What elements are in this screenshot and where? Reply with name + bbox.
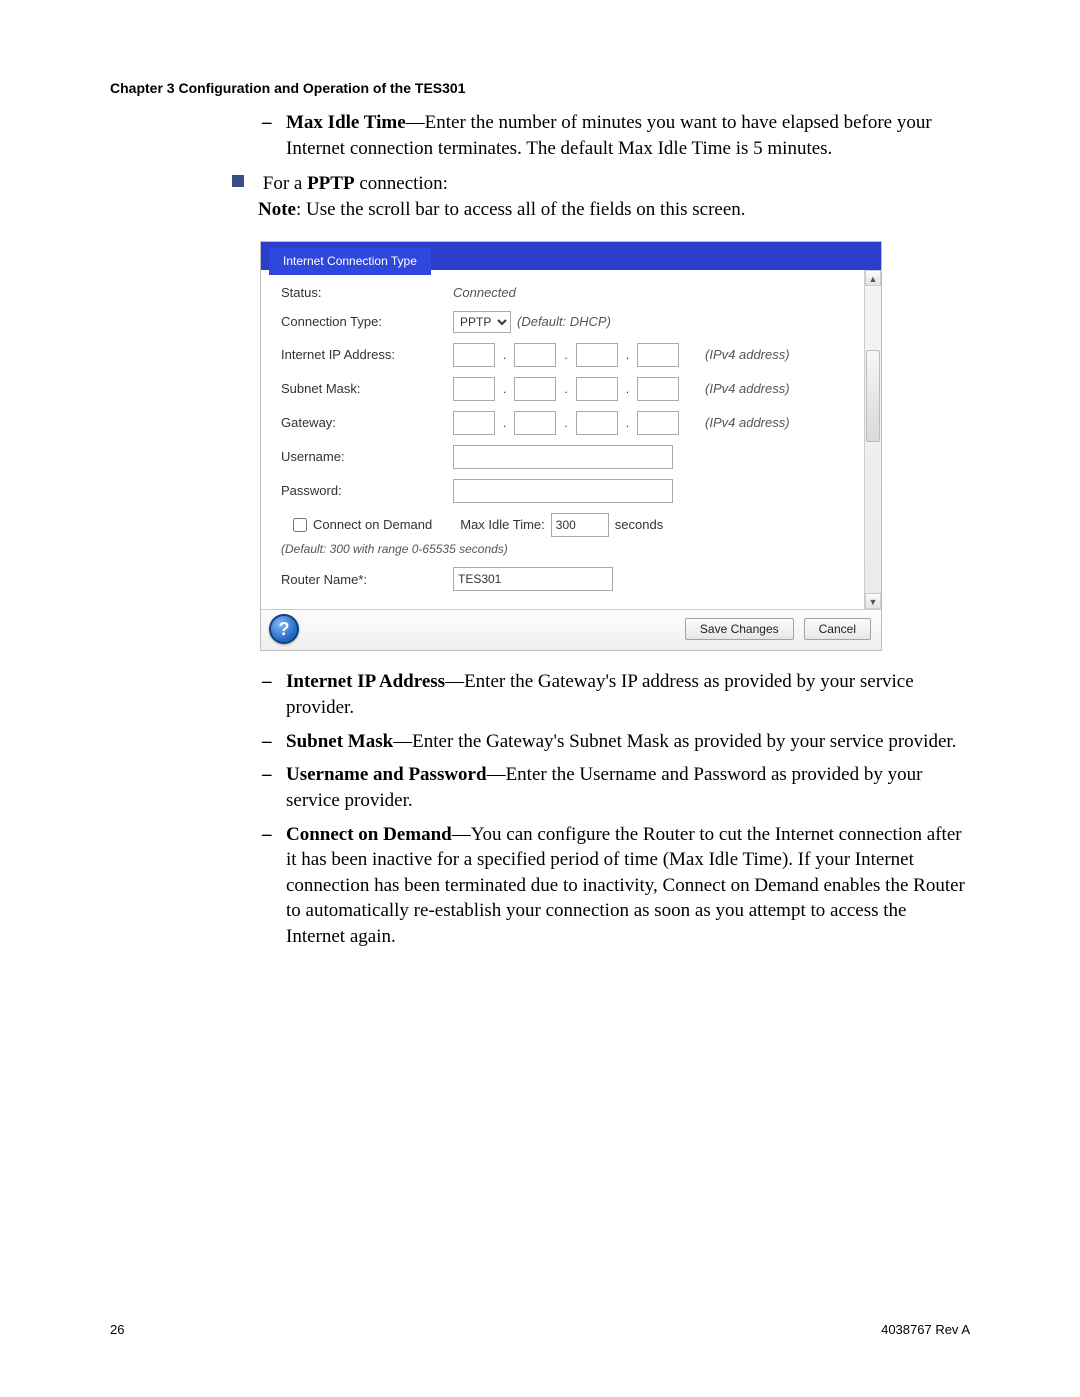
dot-icon: . xyxy=(564,347,567,363)
row-connection-type: Connection Type: PPTP (Default: DHCP) xyxy=(281,311,855,333)
dot-icon: . xyxy=(626,415,629,431)
square-bullet-icon xyxy=(232,175,244,187)
panel-footer: ? Save Changes Cancel xyxy=(261,609,881,650)
bullet-text-bold: PPTP xyxy=(307,173,355,194)
pptp-bullet: For a PPTP connection: Note: Use the scr… xyxy=(232,171,970,222)
cancel-button[interactable]: Cancel xyxy=(804,618,871,640)
scroll-up-arrow-icon[interactable]: ▲ xyxy=(865,270,881,286)
doc-id: 4038767 Rev A xyxy=(881,1322,970,1337)
ip-octet-4[interactable] xyxy=(637,343,679,367)
page-number: 26 xyxy=(110,1322,124,1337)
dot-icon: . xyxy=(564,415,567,431)
row-internet-ip: Internet IP Address: . . . (IPv4 address… xyxy=(281,343,855,367)
subnet-octet-1[interactable] xyxy=(453,377,495,401)
definition-connect-on-demand: Connect on Demand—You can configure the … xyxy=(260,822,970,950)
label-status: Status: xyxy=(281,284,453,302)
save-changes-button[interactable]: Save Changes xyxy=(685,618,794,640)
label-internet-ip: Internet IP Address: xyxy=(281,346,453,364)
definition-internet-ip: Internet IP Address—Enter the Gateway's … xyxy=(260,669,970,720)
ip-hint: (IPv4 address) xyxy=(705,346,790,364)
help-icon[interactable]: ? xyxy=(269,614,299,644)
label-username: Username: xyxy=(281,448,453,466)
intro-list: Max Idle Time—Enter the number of minute… xyxy=(260,110,970,161)
ip-octet-3[interactable] xyxy=(576,343,618,367)
doc-content: Max Idle Time—Enter the number of minute… xyxy=(260,110,970,950)
row-username: Username: xyxy=(281,445,855,469)
label-connection-type: Connection Type: xyxy=(281,313,453,331)
row-router-name: Router Name*: xyxy=(281,567,855,591)
row-subnet-mask: Subnet Mask: . . . (IPv4 address) xyxy=(281,377,855,401)
vertical-scrollbar[interactable]: ▲ ▼ xyxy=(864,270,881,610)
gateway-octet-4[interactable] xyxy=(637,411,679,435)
dot-icon: . xyxy=(503,347,506,363)
connect-on-demand-hint: (Default: 300 with range 0-65535 seconds… xyxy=(281,541,855,557)
subnet-octet-3[interactable] xyxy=(576,377,618,401)
dot-icon: . xyxy=(626,347,629,363)
bullet-text-prefix: For a xyxy=(263,173,307,194)
connect-on-demand-checkbox[interactable] xyxy=(293,518,307,532)
row-gateway: Gateway: . . . (IPv4 address) xyxy=(281,411,855,435)
gateway-hint: (IPv4 address) xyxy=(705,414,790,432)
definitions-list: Internet IP Address —Enter the Gateway's … xyxy=(260,669,970,949)
password-input[interactable] xyxy=(453,479,673,503)
value-status: Connected xyxy=(453,284,516,302)
scrollbar-thumb[interactable] xyxy=(866,350,880,442)
subnet-octet-2[interactable] xyxy=(514,377,556,401)
chapter-heading: Chapter 3 Configuration and Operation of… xyxy=(110,80,970,96)
dot-icon: . xyxy=(564,381,567,397)
row-password: Password: xyxy=(281,479,855,503)
gateway-octet-1[interactable] xyxy=(453,411,495,435)
label-router-name: Router Name*: xyxy=(281,571,453,589)
term: Connect on Demand xyxy=(286,824,452,845)
definition-subnet-mask: Subnet Mask—Enter the Gateway's Subnet M… xyxy=(260,729,970,755)
row-connect-on-demand: Connect on Demand Max Idle Time: seconds xyxy=(281,513,855,537)
subnet-hint: (IPv4 address) xyxy=(705,380,790,398)
label-connect-on-demand: Connect on Demand xyxy=(313,516,432,534)
label-gateway: Gateway: xyxy=(281,414,453,432)
term: Max Idle Time xyxy=(286,112,406,133)
gateway-octet-3[interactable] xyxy=(576,411,618,435)
note-label: Note xyxy=(258,199,296,220)
router-name-input[interactable] xyxy=(453,567,613,591)
ip-octet-1[interactable] xyxy=(453,343,495,367)
label-subnet-mask: Subnet Mask: xyxy=(281,380,453,398)
row-status: Status: Connected xyxy=(281,284,855,302)
panel-body: Status: Connected Connection Type: PPTP … xyxy=(261,270,881,610)
definition-username-password: Username and Password—Enter the Username… xyxy=(260,762,970,813)
page-footer: 26 4038767 Rev A xyxy=(110,1322,970,1337)
dot-icon: . xyxy=(503,381,506,397)
dot-icon: . xyxy=(503,415,506,431)
gateway-octet-2[interactable] xyxy=(514,411,556,435)
scroll-down-arrow-icon[interactable]: ▼ xyxy=(865,593,881,609)
subnet-octet-4[interactable] xyxy=(637,377,679,401)
tab-bar: Internet Connection Type xyxy=(261,242,881,270)
connection-type-select[interactable]: PPTP xyxy=(453,311,511,333)
note-text: : Use the scroll bar to access all of th… xyxy=(296,199,746,220)
label-max-idle-time: Max Idle Time: xyxy=(460,516,545,534)
panel-body-wrap: Status: Connected Connection Type: PPTP … xyxy=(261,270,881,610)
config-screenshot-panel: Internet Connection Type Status: Connect… xyxy=(260,241,882,652)
ip-octet-2[interactable] xyxy=(514,343,556,367)
page: Chapter 3 Configuration and Operation of… xyxy=(0,0,1080,1397)
term: Subnet Mask xyxy=(286,731,393,752)
max-idle-time-unit: seconds xyxy=(615,516,663,534)
bullet-text-suffix: connection: xyxy=(355,173,448,194)
definition-max-idle-time: Max Idle Time—Enter the number of minute… xyxy=(260,110,970,161)
footer-buttons: Save Changes Cancel xyxy=(685,618,871,640)
dot-icon: . xyxy=(626,381,629,397)
term: Username and Password xyxy=(286,764,487,785)
connection-type-hint: (Default: DHCP) xyxy=(517,313,611,331)
term: Internet IP Address xyxy=(286,671,445,692)
username-input[interactable] xyxy=(453,445,673,469)
max-idle-time-input[interactable] xyxy=(551,513,609,537)
label-password: Password: xyxy=(281,482,453,500)
term-desc: —Enter the Gateway's Subnet Mask as prov… xyxy=(393,731,956,752)
